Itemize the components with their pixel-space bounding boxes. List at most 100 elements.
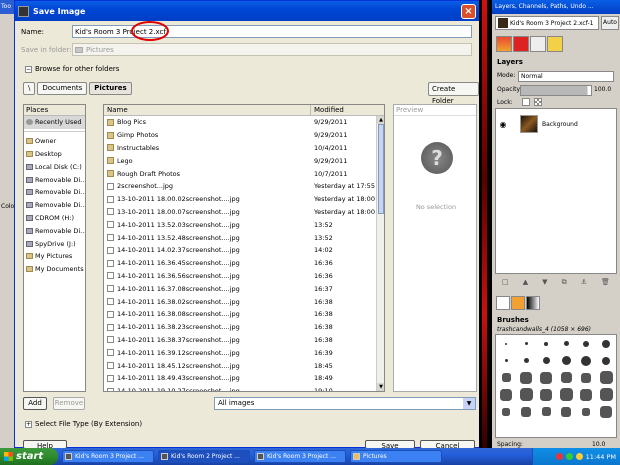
path-button-documents[interactable]: Documents [37,82,88,95]
collapse-icon[interactable]: − [25,65,32,73]
brush-swatch[interactable] [559,388,573,401]
brush-swatch[interactable] [523,358,529,363]
place-cdrom[interactable]: CDROM (H:) [24,212,85,225]
place-my-pictures[interactable]: My Pictures [24,250,85,263]
file-row[interactable]: 14-10-2011 16.37.08screenshot....jpg 16:3… [104,282,384,295]
tab-brushes[interactable] [496,296,510,310]
file-row[interactable]: 14-10-2011 14.02.37screenshot....jpg 14:0… [104,244,384,257]
file-row[interactable]: 14-10-2011 13.52.48screenshot....jpg 13:5… [104,231,384,244]
brush-swatch[interactable] [580,388,592,401]
add-button[interactable]: Add [23,397,47,410]
lock-pixels-checkbox[interactable] [522,98,530,106]
name-column-header[interactable]: Name [104,105,311,115]
tab-layers[interactable] [496,36,512,52]
scroll-down-icon[interactable]: ▼ [377,383,384,391]
brush-swatch[interactable] [540,388,552,401]
chevron-down-icon[interactable]: ▼ [463,398,475,409]
file-row[interactable]: 14-10-2011 16.38.23screenshot....jpg 16:3… [104,321,384,334]
brush-swatch[interactable] [599,388,613,401]
place-owner[interactable]: Owner [24,135,85,148]
brush-grid[interactable] [495,334,617,438]
file-row[interactable]: 14-10-2011 18.49.43screenshot....jpg 18:4… [104,372,384,385]
brush-swatch[interactable] [582,407,590,416]
place-spydrive[interactable]: SpyDrive (J:) [24,237,85,250]
eye-icon[interactable]: ◉ [496,120,510,129]
brush-swatch[interactable] [600,405,612,418]
tray-icon[interactable] [565,453,573,460]
brush-swatch[interactable] [583,340,589,347]
raise-layer-icon[interactable]: ▲ [523,278,528,288]
remove-button[interactable]: Remove [53,397,85,410]
image-select[interactable]: Kid's Room 3 Project 2.xcf-1 [495,16,599,30]
brush-swatch[interactable] [581,372,591,383]
tab-undo[interactable] [547,36,563,52]
file-row[interactable]: Lego 9/29/2011 [104,154,384,167]
places-header[interactable]: Places [24,105,85,116]
file-type-expander[interactable]: + Select File Type (By Extension) [25,420,142,428]
file-row[interactable]: Blog Pics 9/29/2011 [104,116,384,129]
auto-button[interactable]: Auto [601,16,619,30]
tray-icon[interactable] [575,453,583,460]
brush-swatch[interactable] [501,373,511,382]
file-row[interactable]: 14-10-2011 16.39.12screenshot....jpg 16:3… [104,346,384,359]
brush-swatch[interactable] [541,407,551,416]
task-button-1[interactable]: Kid's Room 3 Project ... [62,450,154,463]
brush-swatch[interactable] [521,406,531,417]
file-filter-select[interactable]: All images ▼ [214,397,476,410]
brush-swatch[interactable] [544,341,548,346]
tab-paths[interactable] [530,36,546,52]
task-button-2[interactable]: Kid's Room 2 Project ... [158,450,250,463]
spacing-value[interactable]: 10.0 [592,441,605,448]
delete-layer-icon[interactable]: 🗑 [601,278,610,288]
file-row[interactable]: 14-10-2011 13.52.03screenshot....jpg 13:5… [104,218,384,231]
brush-swatch[interactable] [602,356,610,365]
brush-swatch[interactable] [602,339,610,348]
brush-swatch[interactable] [500,388,512,401]
file-row[interactable]: 14-10-2011 16.36.56screenshot....jpg 16:3… [104,270,384,283]
tab-channels[interactable] [513,36,529,52]
brush-swatch[interactable] [542,357,550,364]
tab-gradients[interactable] [526,296,540,310]
lower-layer-icon[interactable]: ▼ [542,278,547,288]
dialog-titlebar[interactable]: Save Image × [15,1,479,21]
anchor-layer-icon[interactable]: ⚓ [581,278,587,288]
place-desktop[interactable]: Desktop [24,148,85,161]
close-icon[interactable]: × [461,3,476,19]
brush-swatch[interactable] [581,355,591,366]
opacity-value[interactable]: 100.0 [594,86,611,93]
task-button-3[interactable]: Kid's Room 3 Project ... [254,450,346,463]
brush-swatch[interactable] [504,359,508,362]
file-row[interactable]: 14-10-2011 16.38.37screenshot....jpg 16:3… [104,334,384,347]
start-button[interactable]: start [0,448,58,465]
tab-patterns[interactable] [511,296,525,310]
duplicate-layer-icon[interactable]: ⧉ [562,278,567,288]
path-button-pictures[interactable]: Pictures [89,82,132,95]
file-row[interactable]: Gimp Photos 9/29/2011 [104,129,384,142]
modified-column-header[interactable]: Modified [311,105,384,115]
layer-row-background[interactable]: ◉ Background [496,113,616,135]
opacity-slider[interactable] [520,85,592,96]
brush-swatch[interactable] [561,356,571,365]
place-removable-2[interactable]: Removable Di... [24,186,85,199]
brush-swatch[interactable] [540,371,552,384]
expand-icon[interactable]: + [25,420,32,428]
place-recently-used[interactable]: Recently Used [24,116,85,129]
file-row[interactable]: Rough Draft Photos 10/7/2011 [104,167,384,180]
file-row[interactable]: 14-10-2011 19.10.27screenshot....jpg 19:1… [104,385,384,391]
place-removable-1[interactable]: Removable Di... [24,173,85,186]
file-row[interactable]: 14-10-2011 16.38.02screenshot....jpg 16:3… [104,295,384,308]
place-removable-4[interactable]: Removable Di... [24,224,85,237]
folder-select[interactable]: Pictures [72,43,472,56]
path-button-root[interactable]: \ [23,82,36,95]
file-row[interactable]: 13-10-2011 18.00.02screenshot....jpg Yest… [104,193,384,206]
files-scrollbar[interactable]: ▲ ▼ [376,116,384,391]
brush-swatch[interactable] [502,407,510,416]
brush-swatch[interactable] [519,388,533,401]
brush-swatch[interactable] [599,371,613,384]
tray-icon[interactable] [555,453,563,460]
dock-titlebar[interactable]: Layers, Channels, Paths, Undo ... [492,0,620,14]
file-row[interactable]: 14-10-2011 16.36.45screenshot....jpg 16:3… [104,257,384,270]
place-my-documents[interactable]: My Documents [24,263,85,276]
place-removable-3[interactable]: Removable Di... [24,199,85,212]
brush-swatch[interactable] [563,341,569,346]
